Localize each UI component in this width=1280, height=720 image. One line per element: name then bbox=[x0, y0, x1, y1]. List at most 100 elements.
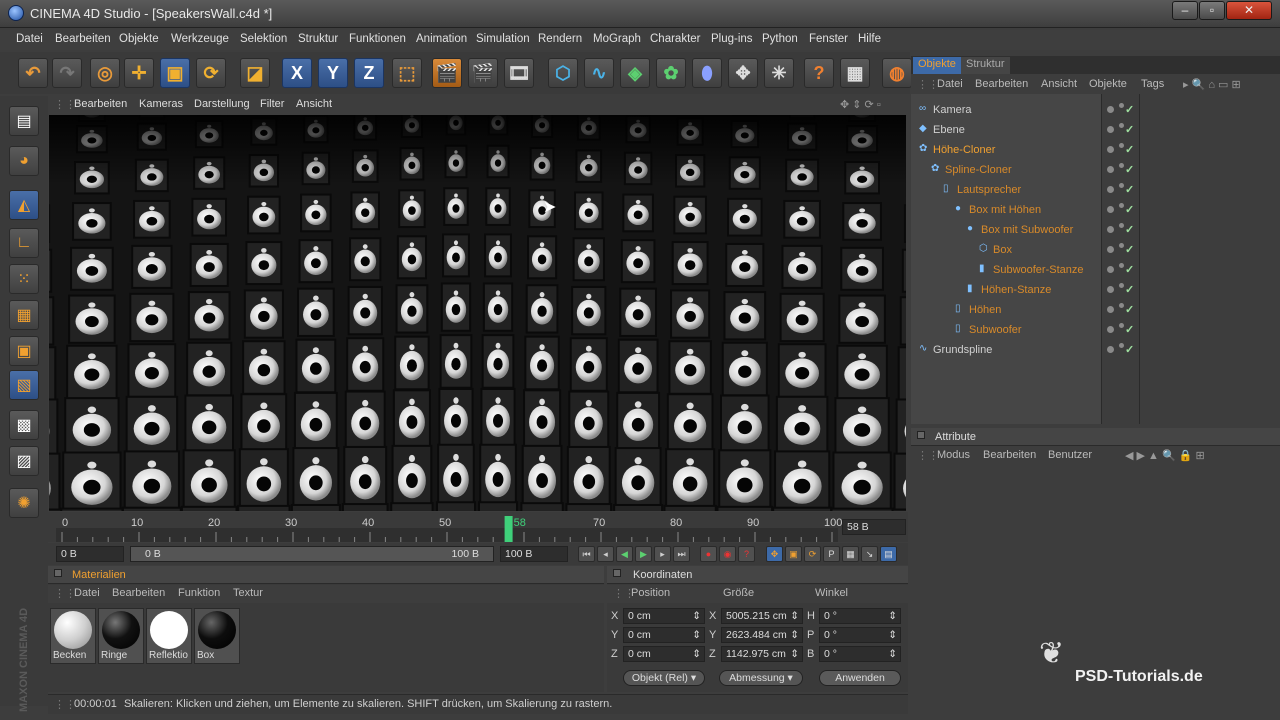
enabled-check-icon[interactable]: ✓ bbox=[1125, 343, 1134, 356]
undo-icon[interactable]: ↶ bbox=[18, 58, 48, 88]
live-selection-icon[interactable]: ◎ bbox=[90, 58, 120, 88]
menu-charakter[interactable]: Charakter bbox=[650, 33, 701, 45]
attributes-menu-benutzer[interactable]: Benutzer bbox=[1048, 449, 1092, 461]
render-dot[interactable] bbox=[1119, 223, 1124, 228]
viewport-menu-darstellung[interactable]: Darstellung bbox=[194, 98, 250, 110]
enabled-check-icon[interactable]: ✓ bbox=[1125, 223, 1134, 236]
size-field[interactable]: 5005.215 cm ⇕ bbox=[721, 608, 803, 624]
spline-pen-icon[interactable]: ∿ bbox=[584, 58, 614, 88]
make-editable-icon[interactable]: ◕ bbox=[9, 146, 39, 176]
menu-fenster[interactable]: Fenster bbox=[809, 33, 848, 45]
timeline[interactable]: 0 10 20 30 40 50 70 80 90 100 58 58 B bbox=[48, 512, 908, 542]
enabled-check-icon[interactable]: ✓ bbox=[1125, 303, 1134, 316]
visibility-dot[interactable] bbox=[1107, 286, 1114, 293]
rotation-field[interactable]: 0 ° ⇕ bbox=[819, 608, 901, 624]
recent-tool-icon[interactable]: ◪ bbox=[240, 58, 270, 88]
enabled-check-icon[interactable]: ✓ bbox=[1125, 103, 1134, 116]
layout-switch-icon[interactable]: ◍ bbox=[882, 58, 912, 88]
material-swatch[interactable]: Box bbox=[194, 608, 240, 664]
visibility-dot[interactable] bbox=[1107, 226, 1114, 233]
render-dot[interactable] bbox=[1119, 283, 1124, 288]
x-axis-lock-button[interactable]: X bbox=[282, 58, 312, 88]
render-dot[interactable] bbox=[1119, 103, 1124, 108]
rotate-tool-icon[interactable]: ⟳ bbox=[196, 58, 226, 88]
cube-primitive-icon[interactable]: ⬡ bbox=[548, 58, 578, 88]
object-tree-row[interactable]: ∞ Kamera ✓ bbox=[911, 100, 1280, 120]
viewport-menu-bearbeiten[interactable]: Bearbeiten bbox=[74, 98, 127, 110]
render-dot[interactable] bbox=[1119, 143, 1124, 148]
snap-icon[interactable]: ✺ bbox=[9, 488, 39, 518]
menu-mograph[interactable]: MoGraph bbox=[593, 33, 641, 45]
render-dot[interactable] bbox=[1119, 243, 1124, 248]
move-tool-icon[interactable]: ✛ bbox=[124, 58, 154, 88]
previous-key-icon[interactable]: ◂ bbox=[597, 546, 614, 562]
render-dot[interactable] bbox=[1119, 123, 1124, 128]
visibility-dot[interactable] bbox=[1107, 146, 1114, 153]
help-icon[interactable]: ? bbox=[804, 58, 834, 88]
apply-button[interactable]: Anwenden bbox=[819, 670, 901, 686]
workplane-icon[interactable]: ▨ bbox=[9, 446, 39, 476]
materials-menu-bearbeiten[interactable]: Bearbeiten bbox=[112, 587, 165, 599]
attributes-menu-bearbeiten[interactable]: Bearbeiten bbox=[983, 449, 1036, 461]
enabled-check-icon[interactable]: ✓ bbox=[1125, 263, 1134, 276]
texture-mode-icon[interactable]: ▩ bbox=[9, 410, 39, 440]
menu-hilfe[interactable]: Hilfe bbox=[858, 33, 881, 45]
materials-menu-textur[interactable]: Textur bbox=[233, 587, 263, 599]
keyframe-selection-icon[interactable]: ? bbox=[738, 546, 755, 562]
interpolation-icon[interactable]: ↘ bbox=[861, 546, 878, 562]
menu-datei[interactable]: Datei bbox=[16, 33, 43, 45]
object-tree-row[interactable]: ● Box mit Subwoofer ✓ bbox=[911, 220, 1280, 240]
next-key-icon[interactable]: ▸ bbox=[654, 546, 671, 562]
current-frame-field[interactable]: 58 B bbox=[842, 519, 906, 535]
attributes-menu-modus[interactable]: Modus bbox=[937, 449, 970, 461]
coordinate-system-icon[interactable]: ⬚ bbox=[392, 58, 422, 88]
object-tree-row[interactable]: ▮ Subwoofer-Stanze ✓ bbox=[911, 260, 1280, 280]
visibility-dot[interactable] bbox=[1107, 106, 1114, 113]
visibility-dot[interactable] bbox=[1107, 306, 1114, 313]
go-to-start-icon[interactable]: ⏮ bbox=[578, 546, 595, 562]
visibility-dot[interactable] bbox=[1107, 326, 1114, 333]
visibility-dot[interactable] bbox=[1107, 266, 1114, 273]
viewport-menu-filter[interactable]: Filter bbox=[260, 98, 284, 110]
visibility-dot[interactable] bbox=[1107, 246, 1114, 253]
menu-struktur[interactable]: Struktur bbox=[298, 33, 338, 45]
attributes-toolbar-icons[interactable]: ◀ ▶ ▲ 🔍 🔒 ⊞ bbox=[1125, 449, 1205, 462]
scale-key-icon[interactable]: ▣ bbox=[785, 546, 802, 562]
material-swatch[interactable]: Reflektio bbox=[146, 608, 192, 664]
position-field[interactable]: 0 cm ⇕ bbox=[623, 627, 705, 643]
polygons-mode-icon[interactable]: ▣ bbox=[9, 336, 39, 366]
scene-environment-icon[interactable]: ✥ bbox=[728, 58, 758, 88]
rotation-key-icon[interactable]: ⟳ bbox=[804, 546, 821, 562]
coordinate-mode-dropdown[interactable]: Objekt (Rel) ▾ bbox=[623, 670, 705, 686]
editor-view-icon[interactable]: ▤ bbox=[9, 106, 39, 136]
render-dot[interactable] bbox=[1119, 323, 1124, 328]
enabled-check-icon[interactable]: ✓ bbox=[1125, 283, 1134, 296]
render-dot[interactable] bbox=[1119, 263, 1124, 268]
render-picture-viewer-icon[interactable]: 🎬 bbox=[468, 58, 498, 88]
size-mode-dropdown[interactable]: Abmessung ▾ bbox=[719, 670, 803, 686]
material-swatch[interactable]: Ringe bbox=[98, 608, 144, 664]
menu-rendern[interactable]: Rendern bbox=[538, 33, 582, 45]
subdivision-surface-icon[interactable]: ◈ bbox=[620, 58, 650, 88]
play-backward-icon[interactable]: ◀ bbox=[616, 546, 633, 562]
render-view-icon[interactable]: 🎬 bbox=[432, 58, 462, 88]
viewport-navigation-icon[interactable]: ✥ ⇕ ⟳ ▫ bbox=[840, 98, 881, 111]
edges-mode-icon[interactable]: ▦ bbox=[9, 300, 39, 330]
render-dot[interactable] bbox=[1119, 163, 1124, 168]
model-mode-icon[interactable]: ◭ bbox=[9, 190, 39, 220]
objects-menu-tags[interactable]: Tags bbox=[1141, 78, 1164, 90]
render-dot[interactable] bbox=[1119, 303, 1124, 308]
pla-key-icon[interactable]: ▦ bbox=[842, 546, 859, 562]
viewport-menu-ansicht[interactable]: Ansicht bbox=[296, 98, 332, 110]
enabled-check-icon[interactable]: ✓ bbox=[1125, 183, 1134, 196]
menu-objekte[interactable]: Objekte bbox=[119, 33, 159, 45]
object-tree-row[interactable]: ∿ Grundspline ✓ bbox=[911, 340, 1280, 360]
menu-python[interactable]: Python bbox=[762, 33, 798, 45]
enabled-check-icon[interactable]: ✓ bbox=[1125, 243, 1134, 256]
deformer-icon[interactable]: ⬮ bbox=[692, 58, 722, 88]
visibility-dot[interactable] bbox=[1107, 346, 1114, 353]
menu-simulation[interactable]: Simulation bbox=[476, 33, 530, 45]
menu-plugins[interactable]: Plug-ins bbox=[711, 33, 753, 45]
enabled-check-icon[interactable]: ✓ bbox=[1125, 143, 1134, 156]
materials-menu-funktion[interactable]: Funktion bbox=[178, 587, 220, 599]
